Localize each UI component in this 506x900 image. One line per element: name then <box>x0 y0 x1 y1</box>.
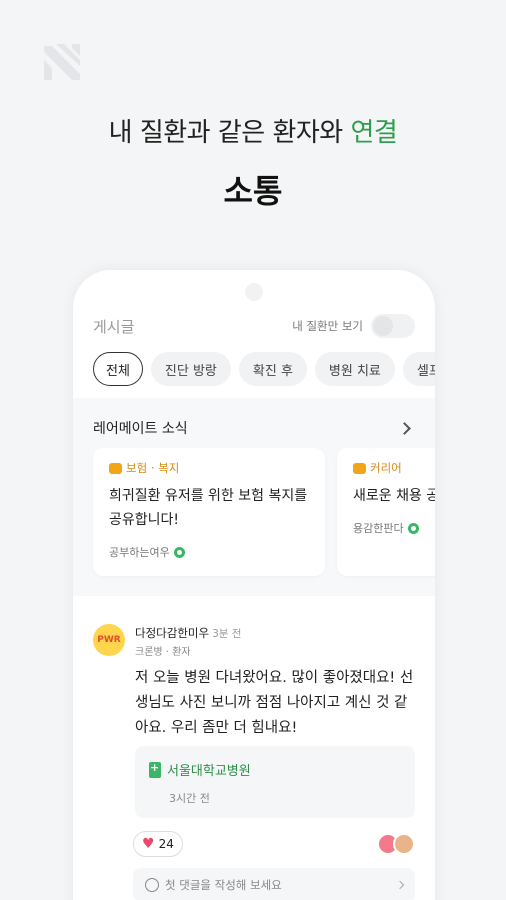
comment-placeholder: 첫 댓글을 작성해 보세요 <box>165 878 282 892</box>
post-author: 다정다감한미우 <box>135 626 210 640</box>
post-time: 3분 전 <box>212 628 242 640</box>
chip-after-confirmation[interactable]: 확진 후 <box>238 352 307 386</box>
category-chips: 전체 진단 방랑 확진 후 병원 치료 셀프 <box>93 352 435 386</box>
card-tag: 커리어 <box>353 460 435 476</box>
comment-input[interactable]: 첫 댓글을 작성해 보세요 <box>133 868 415 900</box>
card-author: 용감한판다 <box>353 520 435 536</box>
board-title: 게시글 <box>93 317 135 336</box>
chip-self[interactable]: 셀프 <box>402 352 435 386</box>
avatar <box>393 833 415 855</box>
coin-icon <box>109 462 122 474</box>
card-tag: 보험 · 복지 <box>109 460 309 476</box>
chevron-right-icon <box>395 880 405 890</box>
post-author-subtitle: 크론병 · 환자 <box>135 647 191 658</box>
section-divider <box>73 398 435 408</box>
post-author-line: 다정다감한미우 3분 전 <box>135 625 241 641</box>
like-button[interactable]: ♥ 24 <box>133 831 183 857</box>
card-title: 희귀질환 유저를 위한 보험 복지를 공유합니다! <box>109 488 308 528</box>
hospital-time: 3시간 전 <box>169 792 210 805</box>
card-title: 새로운 채용 공고가 올라왔어요! <box>353 488 435 504</box>
briefcase-icon <box>353 462 366 474</box>
phone-mockup: 게시글 내 질환만 보기 전체 진단 방랑 확진 후 병원 치료 셀프 레어메이… <box>73 270 435 900</box>
hospital-name: 서울대학교병원 <box>167 764 251 779</box>
chip-all[interactable]: 전체 <box>93 352 143 386</box>
board-header: 게시글 내 질환만 보기 <box>93 314 415 338</box>
post-body: 저 오늘 병원 다녀왔어요. 많이 좋아졌대요! 선생님도 사진 보니까 점점 … <box>135 670 414 736</box>
avatar[interactable]: PWR <box>93 624 125 656</box>
news-header[interactable]: 레어메이트 소식 <box>93 416 413 440</box>
news-section: 레어메이트 소식 보험 · 복지 희귀질환 유저를 위한 보험 복지를 공유합니… <box>73 408 435 596</box>
news-title: 레어메이트 소식 <box>93 421 188 437</box>
chip-hospital-treatment[interactable]: 병원 치료 <box>314 352 395 386</box>
chevron-right-icon <box>398 421 411 435</box>
like-count: 24 <box>158 837 174 851</box>
chip-diagnosis-wandering[interactable]: 진단 방랑 <box>150 352 231 386</box>
comment-icon <box>145 878 159 892</box>
reactor-avatars <box>377 833 415 855</box>
news-card[interactable]: 커리어 새로운 채용 공고가 올라왔어요! 용감한판다 <box>337 448 435 576</box>
my-disease-toggle-row: 내 질환만 보기 <box>292 314 415 338</box>
toggle-label: 내 질환만 보기 <box>292 319 363 333</box>
post-item[interactable]: PWR 다정다감한미우 3분 전 크론병 · 환자 저 오늘 병원 다녀왔어요. … <box>73 596 435 900</box>
hospital-name-row: 서울대학교병원 <box>149 760 251 779</box>
card-author: 공부하는여우 <box>109 544 309 560</box>
news-card[interactable]: 보험 · 복지 희귀질환 유저를 위한 보험 복지를 공유합니다! 공부하는여우 <box>93 448 325 576</box>
hospital-attachment[interactable]: 서울대학교병원 3시간 전 <box>135 746 415 818</box>
hero-headline-accent: 연결 <box>350 118 398 148</box>
verified-icon <box>407 522 419 534</box>
app-logo-icon <box>44 44 80 80</box>
my-disease-toggle[interactable] <box>371 314 415 338</box>
verified-icon <box>173 546 185 558</box>
news-cards: 보험 · 복지 희귀질환 유저를 위한 보험 복지를 공유합니다! 공부하는여우… <box>93 448 435 576</box>
hero-subhead: 소통 <box>223 172 283 210</box>
toggle-knob <box>373 316 393 336</box>
hospital-icon <box>149 761 161 778</box>
hero-headline: 내 질환과 같은 환자와 연결 <box>108 118 398 148</box>
heart-icon: ♥ <box>142 836 155 852</box>
camera-icon <box>245 283 263 301</box>
